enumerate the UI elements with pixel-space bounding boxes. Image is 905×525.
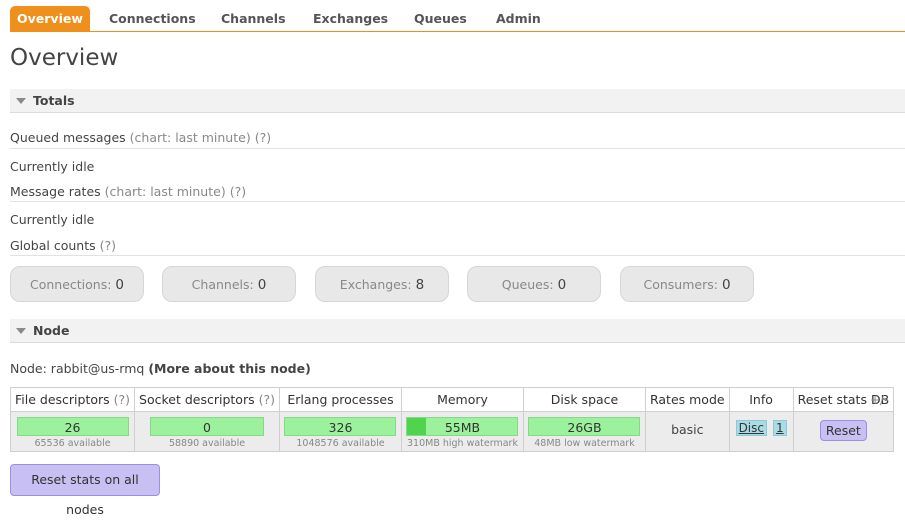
disk-space-watermark: 48MB low watermark (534, 438, 635, 449)
queued-status: Currently idle (10, 159, 95, 174)
message-rates-label: Message rates (10, 184, 101, 199)
connections-count-box[interactable]: Connections: 0 (10, 266, 144, 302)
count-label: Channels: (191, 277, 254, 292)
file-descriptors-available: 65536 available (34, 438, 111, 449)
node-section-header[interactable]: Node (10, 319, 905, 343)
global-counts-heading: Global counts (?) (10, 238, 116, 253)
column-label: Socket descriptors (139, 392, 255, 407)
socket-descriptors-bar: 0 (150, 417, 264, 436)
reset-stats-all-nodes-button[interactable]: Reset stats on all nodes (10, 464, 160, 517)
totals-section-header[interactable]: Totals (10, 89, 905, 113)
tab-queues[interactable]: Queues (414, 6, 467, 31)
memory-fill (407, 418, 427, 435)
disk-space-value: 26GB (567, 420, 602, 435)
column-label: File descriptors (15, 392, 110, 407)
column-label: Disk space (550, 392, 619, 407)
count-label: Exchanges: (339, 277, 412, 292)
column-header: Info (728, 387, 794, 412)
tab-admin[interactable]: Admin (496, 6, 541, 31)
column-label: Memory (437, 392, 488, 407)
column-label: Rates mode (649, 392, 725, 407)
erlang-processes-available: 1048576 available (296, 438, 385, 449)
erlang-processes-bar: 326 (284, 417, 397, 436)
channels-count-box[interactable]: Channels: 0 (162, 266, 296, 302)
count-value: 0 (115, 277, 125, 293)
tab-connections[interactable]: Connections (109, 6, 196, 31)
count-label: Consumers: (643, 277, 718, 292)
erlang-processes-cell: 326 1048576 available (278, 411, 402, 452)
divider (10, 255, 905, 256)
rates-status: Currently idle (10, 212, 95, 227)
divider (10, 148, 905, 149)
memory-watermark: 310MB high watermark (406, 438, 518, 449)
page-title: Overview (10, 45, 119, 71)
column-header: Disk space (522, 387, 646, 412)
global-counts-help-icon[interactable]: (?) (100, 238, 116, 253)
queued-messages-label: Queued messages (10, 130, 126, 145)
memory-cell: 55MB 310MB high watermark (400, 411, 524, 452)
info-cell: Disc 1 (728, 411, 794, 452)
info-count-badge[interactable]: 1 (772, 420, 787, 436)
count-value: 0 (557, 277, 567, 293)
socket-descriptors-cell: 0 58890 available (134, 411, 280, 452)
socket-descriptors-help-icon[interactable]: (?) (259, 392, 275, 407)
column-label: Erlang processes (287, 392, 394, 407)
socket-descriptors-available: 58890 available (168, 438, 246, 449)
collapse-triangle-icon (16, 328, 26, 334)
rates-help-icon[interactable]: (?) (230, 184, 246, 199)
tab-overview[interactable]: Overview (10, 6, 90, 31)
column-label: Info (749, 392, 773, 407)
exchanges-count-box[interactable]: Exchanges: 8 (315, 266, 449, 302)
column-header: Socket descriptors (?) (134, 387, 280, 412)
memory-bar: 55MB (406, 417, 519, 436)
erlang-processes-value: 326 (328, 420, 353, 435)
socket-descriptors-value: 0 (203, 420, 211, 435)
file-descriptors-bar: 26 (16, 417, 129, 436)
queued-messages-heading: Queued messages (chart: last minute) (?) (10, 130, 271, 145)
memory-value: 55MB (444, 420, 481, 435)
file-descriptors-help-icon[interactable]: (?) (114, 392, 130, 407)
queues-count-box[interactable]: Queues: 0 (467, 266, 601, 302)
table-row: 26 65536 available 0 58890 available 326… (9, 411, 895, 452)
message-rates-heading: Message rates (chart: last minute) (?) (10, 184, 246, 199)
count-value: 0 (257, 277, 267, 293)
disc-badge[interactable]: Disc (735, 420, 767, 436)
queued-chart-range[interactable]: (chart: last minute) (130, 130, 251, 145)
rates-mode-cell: basic (644, 411, 730, 452)
count-value: 8 (415, 277, 425, 293)
tab-exchanges[interactable]: Exchanges (313, 6, 388, 31)
collapse-triangle-icon (16, 98, 26, 104)
file-descriptors-cell: 26 65536 available (9, 411, 136, 452)
node-stats-table: File descriptors (?) Socket descriptors … (9, 387, 895, 452)
consumers-count-box[interactable]: Consumers: 0 (620, 266, 754, 302)
count-value: 0 (721, 277, 731, 293)
tab-channels[interactable]: Channels (221, 6, 286, 31)
reset-stats-cell: Reset (792, 411, 895, 452)
column-header: Memory (400, 387, 524, 412)
column-header: Erlang processes (278, 387, 402, 412)
column-header: File descriptors (?) (9, 387, 136, 412)
totals-header-label: Totals (33, 93, 75, 108)
node-name: Node: rabbit@us-rmq (10, 361, 145, 376)
global-counts-label: Global counts (10, 238, 96, 253)
node-header-label: Node (33, 323, 70, 338)
column-header: Rates mode (644, 387, 730, 412)
disk-space-cell: 26GB 48MB low watermark (522, 411, 646, 452)
file-descriptors-value: 26 (64, 420, 81, 435)
toggle-columns-link[interactable]: +/- (870, 393, 888, 407)
queued-help-icon[interactable]: (?) (255, 130, 271, 145)
count-label: Queues: (501, 277, 554, 292)
rates-mode-value: basic (671, 422, 704, 437)
rates-chart-range[interactable]: (chart: last minute) (105, 184, 226, 199)
reset-stats-button[interactable]: Reset (819, 420, 867, 441)
divider (10, 201, 905, 202)
count-label: Connections: (29, 277, 112, 292)
node-name-line: Node: rabbit@us-rmq (More about this nod… (10, 361, 311, 376)
more-about-node-link[interactable]: (More about this node) (148, 361, 311, 376)
main-nav: Overview Connections Channels Exchanges … (10, 6, 905, 32)
disk-space-bar: 26GB (528, 417, 641, 436)
